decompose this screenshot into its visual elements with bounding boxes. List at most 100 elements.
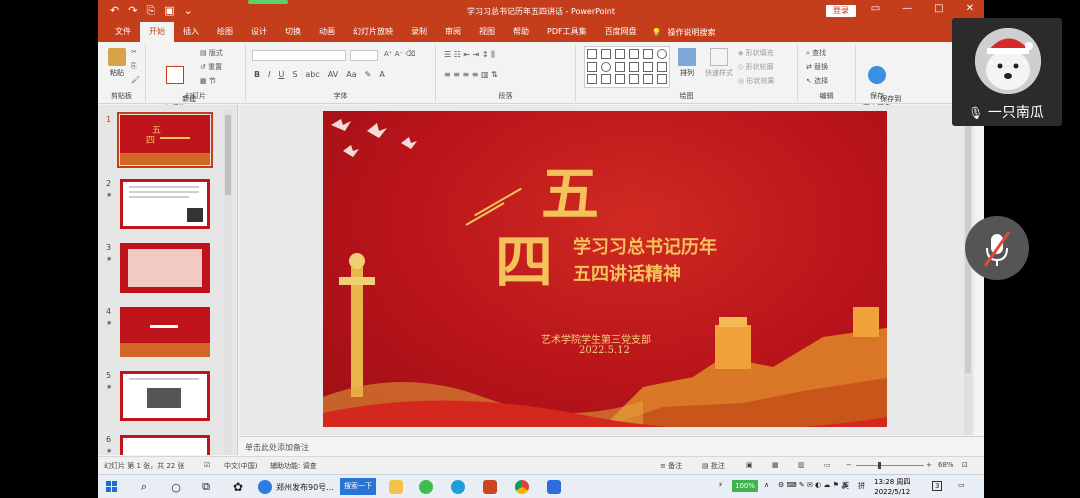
shape-tri-icon[interactable] [615, 61, 625, 72]
tab-record[interactable]: 录制 [402, 22, 436, 42]
tab-help[interactable]: 帮助 [504, 22, 538, 42]
select-button[interactable]: ↖ 选择 [806, 76, 828, 86]
language-status[interactable]: 中文(中国) [224, 461, 257, 471]
search-icon[interactable]: ⌕ [136, 479, 152, 495]
quick-styles-button[interactable]: 快速样式 [702, 48, 736, 78]
zoom-out-icon[interactable]: − [846, 461, 852, 469]
notes-pane[interactable]: 单击此处添加备注 [239, 436, 984, 456]
slide-title-line1[interactable]: 学习习总书记历年 [573, 233, 717, 259]
arrange-button[interactable]: 排列 [676, 48, 698, 78]
edge-icon[interactable] [450, 479, 466, 495]
scrollbar-thumb[interactable] [225, 115, 231, 195]
cut-icon[interactable]: ✂ [131, 48, 137, 56]
paste-button[interactable]: 粘贴 [106, 48, 128, 78]
task-view-icon[interactable]: ○ [168, 479, 184, 495]
section-button[interactable]: ▦ 节 [200, 76, 216, 86]
shape-rect-icon[interactable] [587, 61, 597, 72]
powerpoint-taskbar-icon[interactable] [482, 479, 498, 495]
shape-rect-icon[interactable] [587, 74, 597, 85]
slide-thumbnail[interactable]: 3 ★ [104, 243, 230, 299]
tell-me-search[interactable]: 操作说明搜索 [668, 27, 716, 38]
shape-fill-button[interactable]: ◈ 形状填充 [738, 48, 774, 58]
shape-outline-button[interactable]: ◇ 形状轮廓 [738, 62, 774, 72]
reset-button[interactable]: ↺ 重置 [200, 62, 222, 72]
tray-expand-icon[interactable]: ∧ [764, 481, 769, 489]
reading-view-icon[interactable]: ▥ [798, 461, 805, 469]
tab-design[interactable]: 设计 [242, 22, 276, 42]
font-name-input[interactable] [252, 50, 346, 61]
file-explorer-icon[interactable] [388, 479, 404, 495]
ribbon-display-icon[interactable]: ▭ [871, 3, 880, 14]
mute-toggle-button[interactable] [965, 216, 1029, 280]
shape-gallery[interactable] [584, 46, 670, 88]
widgets-icon[interactable]: ⧉ [198, 479, 214, 495]
app-icon[interactable]: ✿ [230, 479, 246, 495]
shape-rect-icon[interactable] [643, 49, 653, 59]
power-icon[interactable]: ⚡ [718, 481, 723, 489]
shape-line-icon[interactable] [615, 74, 625, 85]
fit-slide-icon[interactable]: ⊡ [962, 461, 968, 469]
spacing-icon[interactable]: AV [328, 70, 338, 79]
zoom-slider[interactable] [856, 462, 924, 469]
slide-title-line2[interactable]: 五四讲话精神 [573, 260, 681, 286]
spellcheck-icon[interactable]: ☑ [204, 461, 210, 469]
slideshow-view-icon[interactable]: ▭ [824, 461, 831, 469]
baidu-search-button[interactable]: 搜索一下 [340, 478, 376, 495]
tab-transitions[interactable]: 切换 [276, 22, 310, 42]
taskbar-clock[interactable]: 13:28 周四 2022/5/12 [874, 477, 910, 497]
shape-line-icon[interactable] [615, 49, 625, 59]
maximize-icon[interactable]: □ [934, 3, 943, 14]
tab-insert[interactable]: 插入 [174, 22, 208, 42]
login-button[interactable]: 登录 [826, 5, 856, 17]
slide-thumbnail[interactable]: 6 ★ [104, 435, 230, 455]
current-slide[interactable]: 五 四 学习习总书记历年 五四讲话精神 艺术学院学生第三党支部 2022.5.1… [323, 111, 887, 427]
wechat-icon[interactable] [418, 479, 434, 495]
tab-animations[interactable]: 动画 [310, 22, 344, 42]
shape-arrow-icon[interactable] [643, 61, 653, 72]
slide-thumbnail[interactable]: 5 ★ [104, 371, 230, 427]
copy-icon[interactable]: ⎘ [131, 62, 137, 71]
zoom-level[interactable]: 68% [938, 461, 954, 469]
tab-pdf-tools[interactable]: PDF工具集 [538, 22, 596, 42]
layout-button[interactable]: ▤ 版式 [200, 48, 223, 58]
shape-oval-icon[interactable] [657, 49, 667, 59]
align-controls[interactable]: ≡ ≡ ≡ ≡ ▥ ⇅ [444, 70, 498, 79]
shape-line-icon[interactable] [629, 49, 639, 59]
show-desktop-icon[interactable]: ▭ [958, 481, 965, 489]
tab-review[interactable]: 审阅 [436, 22, 470, 42]
sorter-view-icon[interactable]: ▦ [772, 461, 779, 469]
tab-view[interactable]: 视图 [470, 22, 504, 42]
shadow-icon[interactable]: S [292, 70, 297, 79]
title-char-four[interactable]: 四 [495, 215, 553, 299]
chrome-icon[interactable] [514, 479, 530, 495]
shape-effects-button[interactable]: ◎ 形状效果 [738, 76, 774, 86]
taskbar-browser-item[interactable]: 郑州发布90号... [258, 479, 338, 495]
font-color-icon[interactable]: A [379, 70, 384, 79]
tray-icons[interactable]: ⚙ ⌨ ✎ ✉ ◐ ☁ ⚑ 🔊 [778, 481, 850, 489]
slide-thumbnail[interactable]: 4 ★ [104, 307, 230, 363]
shape-rect-icon[interactable] [601, 49, 611, 59]
ime-language[interactable]: 英 [842, 481, 849, 491]
minimize-icon[interactable]: — [902, 3, 912, 14]
case-icon[interactable]: Aa [346, 70, 356, 79]
bold-icon[interactable]: B [254, 70, 260, 79]
shape-oval-icon[interactable] [601, 61, 611, 72]
windows-start-icon[interactable] [104, 479, 120, 495]
brush-icon[interactable]: 🖌 [131, 76, 140, 84]
thumbnails-scrollbar[interactable] [224, 110, 232, 455]
meeting-app-icon[interactable] [546, 479, 562, 495]
shape-star-icon[interactable] [657, 74, 667, 85]
tab-file[interactable]: 文件 [106, 22, 140, 42]
list-controls[interactable]: ☰ ☷ ⇤ ⇥ ↕ ⫼ [444, 50, 495, 60]
tab-slideshow[interactable]: 幻灯片放映 [344, 22, 402, 42]
find-button[interactable]: ⌕ 查找 [806, 48, 826, 58]
underline-icon[interactable]: U [278, 70, 284, 79]
comments-toggle[interactable]: ▤ 批注 [702, 461, 725, 471]
battery-indicator[interactable]: 100% [732, 480, 758, 492]
shape-arrow-icon[interactable] [657, 61, 667, 72]
close-icon[interactable]: ✕ [966, 3, 974, 14]
strike-icon[interactable]: abc [305, 70, 319, 79]
highlight-icon[interactable]: ✎ [365, 70, 372, 79]
font-size-input[interactable] [350, 50, 378, 61]
shape-rect-icon[interactable] [587, 49, 597, 59]
